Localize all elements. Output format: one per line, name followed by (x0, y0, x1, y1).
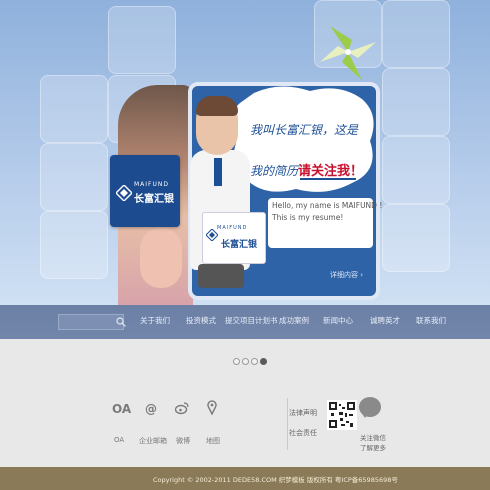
footer: Copyright © 2002-2011 DEDE58.COM 织梦模板 版权… (0, 467, 490, 490)
emphasis-underline (300, 178, 356, 180)
decor-tile (382, 0, 450, 68)
decor-tile (40, 143, 108, 211)
weibo-label[interactable]: 微博 (176, 436, 190, 446)
bubble-line-1: 我叫长富汇银，这是 (250, 123, 359, 137)
wechat-line-1: 关注微信 (360, 434, 386, 442)
email-label[interactable]: 企业邮箱 (139, 436, 167, 446)
sign-english: MAIFUND (217, 225, 248, 231)
oa-icon[interactable]: OA (112, 402, 131, 416)
resume-line-2: This is my resume! (272, 213, 344, 222)
decor-tile (382, 68, 450, 136)
oa-label[interactable]: OA (114, 436, 124, 444)
nav-item-about[interactable]: 关于我们 (140, 315, 170, 326)
decor-tile (108, 6, 176, 74)
decor-tile (382, 136, 450, 204)
decor-tile (40, 211, 108, 279)
bubble-line-2-plain: 我的简历 (250, 164, 299, 178)
resume-note: Hello, my name is MAIFUND ! This is my r… (268, 198, 382, 248)
resume-line-1: Hello, my name is MAIFUND ! (272, 201, 383, 210)
copyright-text: Copyright © 2002-2011 DEDE58.COM 织梦模板 版权… (153, 476, 398, 484)
map-pin-icon[interactable] (207, 400, 217, 415)
map-label[interactable]: 地图 (206, 436, 220, 446)
email-icon[interactable]: @ (145, 402, 157, 416)
main-nav: 关于我们 投资模式 提交项目计划书 成功案例 新闻中心 诚聘英才 联系我们 (0, 305, 490, 339)
logo-chinese: 长富汇银 (134, 194, 174, 205)
bubble-line-2: 我的简历请关注我！ (250, 160, 363, 179)
responsibility-link[interactable]: 社会责任 (289, 428, 317, 438)
nav-item-careers[interactable]: 诚聘英才 (370, 315, 400, 326)
carousel-dot[interactable] (233, 358, 240, 365)
mascot-sign: MAIFUND 长富汇银 (202, 212, 266, 264)
search-icon[interactable] (116, 317, 126, 327)
diamond-logo-icon (116, 185, 132, 201)
divider (287, 398, 288, 450)
nav-item-cases[interactable]: 成功案例 (279, 315, 309, 326)
nav-item-submit-plan[interactable]: 提交项目计划书 (225, 315, 278, 326)
mascot-hair (196, 96, 238, 116)
decor-tile (382, 204, 450, 272)
mascot-tie (214, 158, 222, 186)
legal-link[interactable]: 法律声明 (289, 408, 317, 418)
carousel-dots (233, 350, 269, 369)
wechat-icon-tail (361, 412, 369, 418)
wechat-line-2: 了解更多 (360, 444, 386, 452)
qr-code-icon (327, 400, 357, 430)
nav-item-news[interactable]: 新闻中心 (323, 315, 353, 326)
girl-arm (140, 228, 182, 288)
sign-chinese: 长富汇银 (221, 240, 258, 250)
nav-item-investment[interactable]: 投资模式 (186, 315, 216, 326)
brand-logo-card[interactable]: MAIFUND 长富汇银 (110, 155, 180, 227)
search-input[interactable] (58, 314, 124, 330)
carousel-dot[interactable] (242, 358, 249, 365)
carousel-dot-active[interactable] (260, 358, 267, 365)
hero-banner: MAIFUND 长富汇银 我叫长富汇银，这是 我的简历请关注我！ Hello, … (0, 0, 490, 305)
weibo-icon[interactable] (175, 401, 189, 415)
carousel-dot[interactable] (251, 358, 258, 365)
nav-item-contact[interactable]: 联系我们 (416, 315, 446, 326)
decor-tile (40, 75, 108, 143)
mascot-legs (198, 264, 244, 288)
logo-english: MAIFUND (134, 181, 170, 188)
bubble-line-2-emphasis: 请关注我！ (298, 164, 364, 179)
pinwheel-icon (320, 26, 376, 80)
detail-link[interactable]: 详细内容 › (330, 270, 363, 280)
